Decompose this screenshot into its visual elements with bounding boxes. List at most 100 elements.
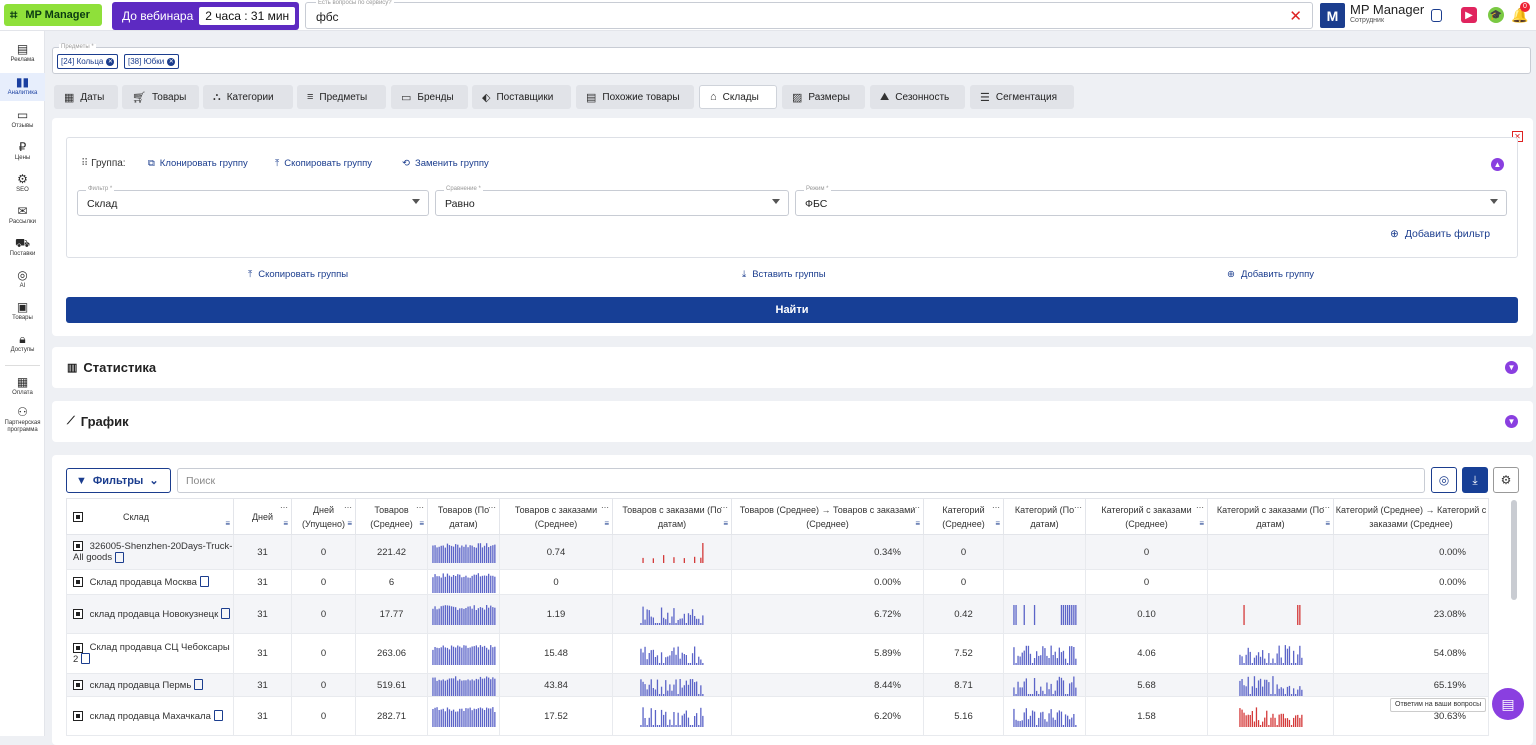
sidebar-item-seo[interactable]: ⚙ SEO bbox=[0, 173, 45, 194]
col-cat-ordered-dates[interactable]: Категорий с заказами (По датам) ⋯ ≡ bbox=[1207, 498, 1334, 535]
sidebar-item-access[interactable]: 🔒︎ Доступы bbox=[0, 333, 45, 354]
col-days-lost[interactable]: Дней (Упущено) ⋯ ≡ bbox=[291, 498, 356, 535]
support-chat-button[interactable]: ▤ bbox=[1492, 688, 1524, 720]
collapse-group-icon[interactable]: ▲ bbox=[1491, 158, 1504, 171]
copy-icon[interactable] bbox=[1431, 9, 1442, 22]
select-all-checkbox[interactable] bbox=[73, 512, 83, 523]
tab-products[interactable]: 🛒︎ Товары bbox=[122, 85, 199, 109]
column-menu-icon[interactable]: ≡ bbox=[604, 517, 609, 531]
paste-groups-button[interactable]: ⤓ Вставить группы bbox=[742, 269, 826, 280]
settings-gear-icon[interactable]: ⚙ bbox=[1493, 467, 1519, 493]
sidebar-item-products[interactable]: ▣ Товары bbox=[0, 301, 45, 322]
copy-icon[interactable] bbox=[115, 551, 125, 563]
expand-stats-icon[interactable]: ▼ bbox=[1505, 361, 1518, 374]
row-checkbox[interactable] bbox=[73, 608, 83, 619]
sidebar-item-partners[interactable]: ⚇ Партнерская программа bbox=[0, 406, 45, 434]
replace-group-button[interactable]: ⟲ Заменить группу bbox=[402, 158, 489, 169]
subjects-select[interactable]: Предметы * [24] Кольца ✕ [38] Юбки ✕ bbox=[52, 44, 1531, 74]
more-icon[interactable]: ⋯ bbox=[1322, 501, 1330, 515]
table-search-input[interactable]: Поиск bbox=[177, 468, 1425, 493]
row-checkbox[interactable] bbox=[73, 642, 83, 653]
academy-icon[interactable]: 🎓 bbox=[1488, 7, 1504, 23]
target-icon[interactable]: ◎ bbox=[1431, 467, 1457, 493]
avatar[interactable]: M bbox=[1320, 3, 1345, 28]
tab-suppliers[interactable]: ⬖ Поставщики bbox=[472, 85, 571, 109]
more-icon[interactable]: ⋯ bbox=[488, 501, 496, 515]
tab-segmentation[interactable]: ☰ Сегментация bbox=[970, 85, 1074, 109]
sidebar-item-payment[interactable]: ▦ Оплата bbox=[0, 376, 45, 397]
row-checkbox[interactable] bbox=[73, 541, 83, 552]
tab-categories[interactable]: ⛬ Категории bbox=[203, 85, 293, 109]
table-row[interactable]: склад продавца Пермь 31 0 519.61 43.84 8.44% 8… bbox=[66, 673, 1489, 697]
column-menu-icon[interactable]: ≡ bbox=[1325, 517, 1330, 531]
copy-icon[interactable] bbox=[81, 653, 91, 665]
sidebar-item-reviews[interactable]: ▭ Отзывы bbox=[0, 109, 45, 130]
sidebar-item-analytics[interactable]: ▮▮ Аналитика bbox=[0, 73, 45, 101]
more-icon[interactable]: ⋯ bbox=[1074, 501, 1082, 515]
sidebar-item-supplies[interactable]: ⛟ Поставки bbox=[0, 237, 45, 258]
more-icon[interactable]: ⋯ bbox=[280, 501, 288, 515]
find-button[interactable]: Найти bbox=[66, 297, 1518, 323]
col-products-dates[interactable]: Товаров (По датам) ⋯ bbox=[427, 498, 500, 535]
more-icon[interactable]: ⋯ bbox=[992, 501, 1000, 515]
tab-seasonality[interactable]: ⛰ Сезонность bbox=[870, 85, 965, 109]
more-icon[interactable]: ⋯ bbox=[416, 501, 424, 515]
row-checkbox[interactable] bbox=[73, 679, 83, 690]
copy-icon[interactable] bbox=[199, 576, 209, 588]
col-products-avg[interactable]: Товаров (Среднее) ⋯ ≡ bbox=[355, 498, 428, 535]
table-row[interactable]: Склад продавца СЦ Чебоксары 2 31 0 263.06 15… bbox=[66, 633, 1489, 674]
col-cat-ordered-avg[interactable]: Категорий с заказами (Среднее) ⋯ ≡ bbox=[1085, 498, 1208, 535]
column-menu-icon[interactable]: ≡ bbox=[995, 517, 1000, 531]
global-search-input[interactable]: Есть вопросы по сервису? фбс ✕ bbox=[305, 0, 1313, 29]
add-group-button[interactable]: ⊕ Добавить группу bbox=[1227, 269, 1314, 280]
col-categories-avg[interactable]: Категорий (Среднее) ⋯ ≡ bbox=[923, 498, 1004, 535]
expand-chart-icon[interactable]: ▼ bbox=[1505, 415, 1518, 428]
more-icon[interactable]: ⋯ bbox=[912, 501, 920, 515]
video-icon[interactable]: ▶ bbox=[1461, 7, 1477, 23]
mode-select[interactable]: Режим * ФБС bbox=[795, 186, 1507, 216]
filter-field-select[interactable]: Фильтр * Склад bbox=[77, 186, 429, 216]
sidebar-item-ads[interactable]: ▤ Реклама bbox=[0, 43, 45, 64]
col-ordered-dates[interactable]: Товаров с заказами (По датам) ⋯ ≡ bbox=[612, 498, 732, 535]
more-icon[interactable]: ⋯ bbox=[720, 501, 728, 515]
chip-skirts[interactable]: [38] Юбки ✕ bbox=[124, 54, 180, 69]
table-row[interactable]: склад продавца Махачкала 31 0 282.71 17.52 6.… bbox=[66, 696, 1489, 736]
column-menu-icon[interactable]: ≡ bbox=[283, 517, 288, 531]
col-cat-conversion[interactable]: Категорий (Среднее) → Категорий с заказа… bbox=[1333, 498, 1489, 535]
copy-groups-button[interactable]: ⤒ Скопировать группы bbox=[248, 269, 348, 280]
column-menu-icon[interactable]: ≡ bbox=[419, 517, 424, 531]
col-conversion[interactable]: Товаров (Среднее) → Товаров с заказами (… bbox=[731, 498, 924, 535]
more-icon[interactable]: ⋯ bbox=[1196, 501, 1204, 515]
comparison-select[interactable]: Сравнение * Равно bbox=[435, 186, 789, 216]
column-menu-icon[interactable]: ≡ bbox=[225, 517, 230, 531]
download-icon[interactable]: ⤓ bbox=[1462, 467, 1488, 493]
chip-remove-icon[interactable]: ✕ bbox=[167, 57, 176, 66]
column-menu-icon[interactable]: ≡ bbox=[1199, 517, 1204, 531]
tab-brands[interactable]: ▭ Бренды bbox=[391, 85, 468, 109]
col-categories-dates[interactable]: Категорий (По датам) ⋯ bbox=[1003, 498, 1086, 535]
more-icon[interactable]: ⋯ bbox=[344, 501, 352, 515]
table-row[interactable]: 326005-Shenzhen-20Days-Truck-All goods 31… bbox=[66, 534, 1489, 570]
table-row[interactable]: склад продавца Новокузнецк 31 0 17.77 1.19 6.… bbox=[66, 594, 1489, 634]
col-ordered-avg[interactable]: Товаров с заказами (Среднее) ⋯ ≡ bbox=[499, 498, 613, 535]
chip-remove-icon[interactable]: ✕ bbox=[106, 57, 115, 66]
copy-icon[interactable] bbox=[194, 679, 204, 691]
copy-group-button[interactable]: ⤒ Скопировать группу bbox=[275, 158, 372, 169]
sidebar-item-mailing[interactable]: ✉ Рассылки bbox=[0, 205, 45, 226]
column-menu-icon[interactable]: ≡ bbox=[723, 517, 728, 531]
row-checkbox[interactable] bbox=[73, 576, 83, 587]
tab-dates[interactable]: ▦ Даты bbox=[54, 85, 118, 109]
drag-icon[interactable]: ⠿ bbox=[81, 158, 88, 169]
more-icon[interactable]: ⋯ bbox=[601, 501, 609, 515]
table-row[interactable]: Склад продавца Москва 31 0 6 0 0.00% 0 0 0.00% bbox=[66, 569, 1489, 595]
sidebar-item-ai[interactable]: ◎ AI bbox=[0, 269, 45, 290]
sidebar-item-prices[interactable]: ₽ Цены bbox=[0, 141, 45, 162]
copy-icon[interactable] bbox=[221, 608, 231, 620]
table-scrollbar[interactable] bbox=[1511, 500, 1517, 600]
app-logo[interactable]: ⌗ MP Manager bbox=[4, 4, 102, 26]
row-checkbox[interactable] bbox=[73, 710, 83, 721]
webinar-countdown[interactable]: До вебинара 2 часа : 31 мин bbox=[112, 2, 299, 30]
clear-search-icon[interactable]: ✕ bbox=[1289, 7, 1302, 25]
filters-button[interactable]: ▼ Фильтры ⌄ bbox=[66, 468, 171, 493]
add-filter-button[interactable]: ⊕ Добавить фильтр bbox=[1390, 228, 1490, 240]
